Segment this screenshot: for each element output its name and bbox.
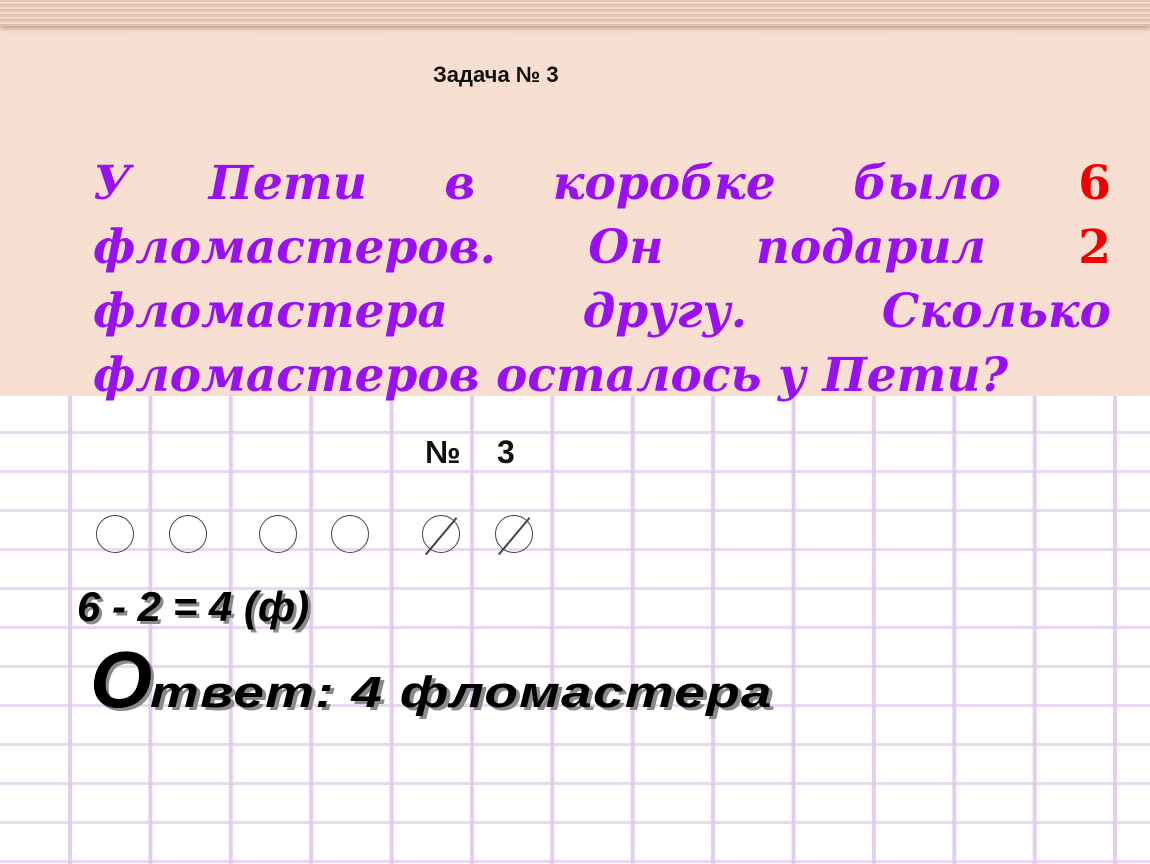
answer-line: Ответ: 4 фломастера <box>90 640 772 720</box>
crossed-circle-icon <box>422 515 460 553</box>
task-number: 3 <box>497 434 515 470</box>
answer-text: твет: 4 фломастера <box>150 668 774 717</box>
number-six: 6 <box>1078 156 1111 211</box>
circle-icon <box>96 515 134 553</box>
decorative-stripes <box>0 0 1150 26</box>
circle-icon <box>259 515 297 553</box>
number-two: 2 <box>1078 220 1111 275</box>
problem-text: У Пети в коробке было 6 фломастеров. Он … <box>93 152 1111 408</box>
circle-icon <box>331 515 369 553</box>
circle-icon <box>169 515 207 553</box>
solution-equation: 6 - 2 = 4 (ф) <box>77 583 310 630</box>
problem-text-part: фломастеров. Он подарил <box>93 220 1079 275</box>
task-title: Задача № 3 <box>433 62 559 87</box>
problem-text-part: У Пети в коробке было <box>93 156 1079 211</box>
number-sign: № <box>425 434 461 470</box>
problem-text-part: фломастера другу. Сколько фломастеров ос… <box>93 284 1111 403</box>
answer-initial: О <box>90 635 153 724</box>
crossed-circle-icon <box>495 515 533 553</box>
